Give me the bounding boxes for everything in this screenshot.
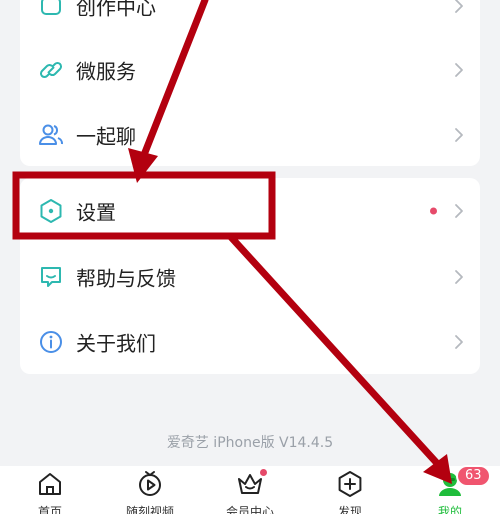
help-feedback-icon xyxy=(38,264,64,290)
tab-video[interactable]: 随刻视频 xyxy=(110,470,190,514)
tab-label: 会员中心 xyxy=(225,505,274,514)
menu-item-about-us[interactable]: 关于我们 xyxy=(20,312,480,372)
creator-center-icon xyxy=(38,0,64,19)
tab-label: 首页 xyxy=(37,505,62,514)
menu-item-micro-service[interactable]: 微服务 xyxy=(20,40,480,100)
version-text: 爱奇艺 iPhone版 V14.4.5 xyxy=(166,435,334,451)
menu-item-help-feedback[interactable]: 帮助与反馈 xyxy=(20,247,480,307)
menu-item-label: 一起聊 xyxy=(76,124,136,149)
notification-dot xyxy=(430,207,437,215)
tab-vip[interactable]: 会员中心 xyxy=(210,469,290,514)
tab-label: 我的 xyxy=(437,505,462,514)
menu-card-bottom: 设置 帮助与反馈 关于我们 xyxy=(20,178,480,374)
tab-home[interactable]: 首页 xyxy=(10,470,90,514)
about-info-icon xyxy=(38,329,64,355)
menu-card-top: 创作中心 微服务 一起聊 xyxy=(20,0,480,166)
chevron-right-icon xyxy=(452,333,466,351)
profile-badge-count: 63 xyxy=(456,465,491,487)
chat-people-icon xyxy=(38,122,64,148)
micro-service-link-icon xyxy=(38,57,64,83)
notification-dot xyxy=(260,469,267,476)
chevron-right-icon xyxy=(452,126,466,144)
menu-item-settings[interactable]: 设置 xyxy=(20,181,480,241)
chevron-right-icon xyxy=(452,268,466,286)
menu-item-label: 关于我们 xyxy=(76,331,156,356)
play-video-icon xyxy=(136,470,164,498)
chevron-right-icon xyxy=(452,61,466,79)
chevron-right-icon xyxy=(452,0,466,15)
plus-discover-icon xyxy=(336,470,364,498)
menu-item-label: 设置 xyxy=(76,200,116,225)
menu-item-label: 创作中心 xyxy=(76,0,156,20)
tab-label: 发现 xyxy=(337,505,362,514)
bottom-tab-bar: 首页 随刻视频 会员中心 发现 我的 xyxy=(0,466,500,514)
chevron-right-icon xyxy=(452,202,466,220)
menu-item-label: 微服务 xyxy=(76,59,136,84)
tab-discover[interactable]: 发现 xyxy=(310,470,390,514)
crown-vip-icon xyxy=(236,469,267,498)
home-icon xyxy=(36,470,64,498)
menu-item-creator-center[interactable]: 创作中心 xyxy=(20,0,480,36)
menu-item-chat-together[interactable]: 一起聊 xyxy=(20,105,480,165)
settings-hexagon-icon xyxy=(38,198,64,224)
menu-item-label: 帮助与反馈 xyxy=(76,266,176,291)
tab-label: 随刻视频 xyxy=(125,505,174,514)
